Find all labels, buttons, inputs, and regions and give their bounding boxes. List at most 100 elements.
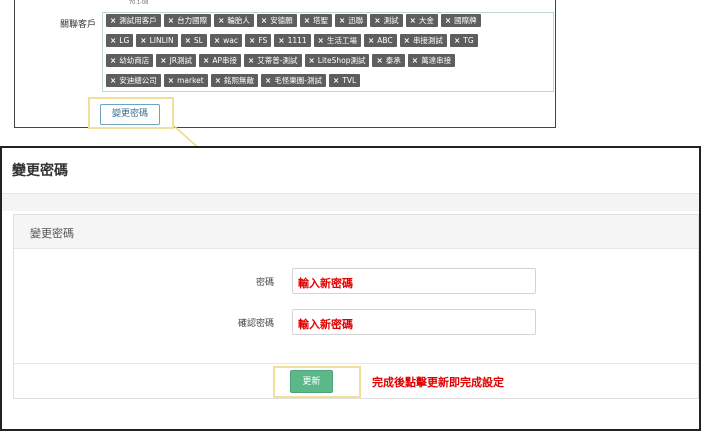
customer-tag[interactable]: × 塔聖: [299, 14, 332, 27]
customer-tag[interactable]: × 毛怪樂園-測試: [261, 74, 327, 87]
customer-tag[interactable]: × LG: [106, 34, 134, 47]
tag-label: 萬達串接: [421, 56, 452, 65]
remove-tag-icon[interactable]: ×: [203, 56, 209, 65]
customer-label: 關聯客戶: [60, 20, 97, 30]
customer-tag[interactable]: × market: [163, 74, 208, 87]
customer-tag[interactable]: × 串接測試: [399, 34, 447, 47]
remove-tag-icon[interactable]: ×: [110, 56, 116, 65]
customer-tag[interactable]: × LiteShop測試: [304, 54, 370, 67]
remove-tag-icon[interactable]: ×: [318, 36, 324, 45]
remove-tag-icon[interactable]: ×: [168, 16, 174, 25]
tag-label: 塔聖: [312, 16, 328, 25]
confirm-password-label: 確認密碼: [237, 319, 274, 329]
panel-header: 變更密碼: [14, 215, 698, 249]
remove-tag-icon[interactable]: ×: [410, 16, 416, 25]
tag-label: 輪胎人: [227, 16, 250, 25]
remove-tag-icon[interactable]: ×: [333, 76, 339, 85]
tag-label: TG: [463, 36, 474, 45]
change-password-button[interactable]: 變更密碼: [100, 104, 160, 125]
password-input[interactable]: 輸入新密碼: [292, 268, 536, 294]
remove-tag-icon[interactable]: ×: [214, 36, 220, 45]
remove-tag-icon[interactable]: ×: [110, 16, 116, 25]
remove-tag-icon[interactable]: ×: [309, 56, 315, 65]
tag-label: AP串接: [212, 56, 237, 65]
customer-tag[interactable]: × 測試: [370, 14, 403, 27]
customer-tag[interactable]: × 幼幼商店: [106, 54, 154, 67]
customer-tag[interactable]: × 大金: [405, 14, 438, 27]
dialog-title: 變更密碼: [12, 163, 68, 179]
customer-tag[interactable]: × 1111: [274, 34, 311, 47]
customer-tag[interactable]: × SL: [180, 34, 207, 47]
customer-tag[interactable]: × ABC: [363, 34, 397, 47]
customer-tag[interactable]: × FS: [245, 34, 272, 47]
tag-label: 艾蒂普-測試: [257, 56, 298, 65]
customer-tag[interactable]: × 安迪總公司: [106, 74, 161, 87]
customer-tag[interactable]: × 生活工場: [313, 34, 361, 47]
remove-tag-icon[interactable]: ×: [249, 36, 255, 45]
remove-tag-icon[interactable]: ×: [185, 36, 191, 45]
customer-tag[interactable]: × 安德願: [256, 14, 297, 27]
tag-label: ABC: [377, 36, 393, 45]
remove-tag-icon[interactable]: ×: [339, 16, 345, 25]
tag-label: 銘熙無敵: [224, 76, 255, 85]
truncated-text: 70.1-08: [129, 0, 149, 6]
update-button[interactable]: 更新: [290, 370, 333, 393]
tag-label: 幼幼商店: [119, 56, 150, 65]
customer-tag[interactable]: × wac: [209, 34, 243, 47]
remove-tag-icon[interactable]: ×: [278, 36, 284, 45]
instruction-annotation: 完成後點擊更新即完成設定: [372, 376, 504, 389]
customer-tag[interactable]: × TVL: [329, 74, 361, 87]
tag-label: JR測試: [169, 56, 193, 65]
customer-tag[interactable]: × 測試用客戶: [106, 14, 161, 27]
tag-label: 毛怪樂園-測試: [274, 76, 323, 85]
customer-tag[interactable]: × 迅聯: [334, 14, 368, 27]
remove-tag-icon[interactable]: ×: [304, 16, 310, 25]
customer-tag[interactable]: × TG: [449, 34, 478, 47]
remove-tag-icon[interactable]: ×: [412, 56, 418, 65]
tag-label: 迅聯: [348, 16, 364, 25]
customer-tag[interactable]: × 台力國際: [163, 14, 212, 27]
remove-tag-icon[interactable]: ×: [218, 16, 224, 25]
tag-label: 安德願: [270, 16, 293, 25]
customer-tag[interactable]: × 輪胎人: [214, 14, 254, 27]
tag-label: 大金: [418, 16, 434, 25]
tag-label: LiteShop測試: [317, 56, 366, 65]
remove-tag-icon[interactable]: ×: [376, 56, 382, 65]
remove-tag-icon[interactable]: ×: [160, 56, 166, 65]
customer-tag[interactable]: × LINLIN: [136, 34, 178, 47]
customer-tag[interactable]: × 萬達串接: [407, 54, 456, 67]
customer-tag[interactable]: × JR測試: [156, 54, 197, 67]
tag-label: LINLIN: [149, 36, 174, 45]
tag-label: LG: [119, 36, 130, 45]
remove-tag-icon[interactable]: ×: [454, 36, 460, 45]
remove-tag-icon[interactable]: ×: [374, 16, 380, 25]
tag-label: TVL: [342, 76, 357, 85]
password-placeholder: 輸入新密碼: [298, 277, 353, 290]
remove-tag-icon[interactable]: ×: [265, 76, 271, 85]
tag-label: SL: [193, 36, 203, 45]
customer-tag[interactable]: × 國際牌: [440, 14, 481, 27]
tag-label: 測試用客戶: [119, 16, 157, 25]
tag-label: 安迪總公司: [119, 76, 157, 85]
customer-tag[interactable]: × 艾蒂普-測試: [243, 54, 302, 67]
confirm-password-input[interactable]: 輸入新密碼: [292, 309, 536, 335]
remove-tag-icon[interactable]: ×: [110, 76, 116, 85]
remove-tag-icon[interactable]: ×: [140, 36, 146, 45]
remove-tag-icon[interactable]: ×: [445, 16, 451, 25]
remove-tag-icon[interactable]: ×: [168, 76, 174, 85]
tag-label: wac: [223, 36, 239, 45]
customer-tag[interactable]: × AP串接: [199, 54, 241, 67]
customer-tag[interactable]: × 銘熙無敵: [210, 74, 259, 87]
remove-tag-icon[interactable]: ×: [215, 76, 221, 85]
tag-label: 國際牌: [454, 16, 477, 25]
remove-tag-icon[interactable]: ×: [248, 56, 254, 65]
remove-tag-icon[interactable]: ×: [404, 36, 410, 45]
remove-tag-icon[interactable]: ×: [261, 16, 267, 25]
tag-label: FS: [258, 36, 268, 45]
tag-label: 生活工場: [326, 36, 357, 45]
remove-tag-icon[interactable]: ×: [110, 36, 116, 45]
customer-tag[interactable]: × 泰承: [372, 54, 405, 67]
divider: [14, 363, 698, 364]
remove-tag-icon[interactable]: ×: [368, 36, 374, 45]
tag-label: 台力國際: [177, 16, 208, 25]
